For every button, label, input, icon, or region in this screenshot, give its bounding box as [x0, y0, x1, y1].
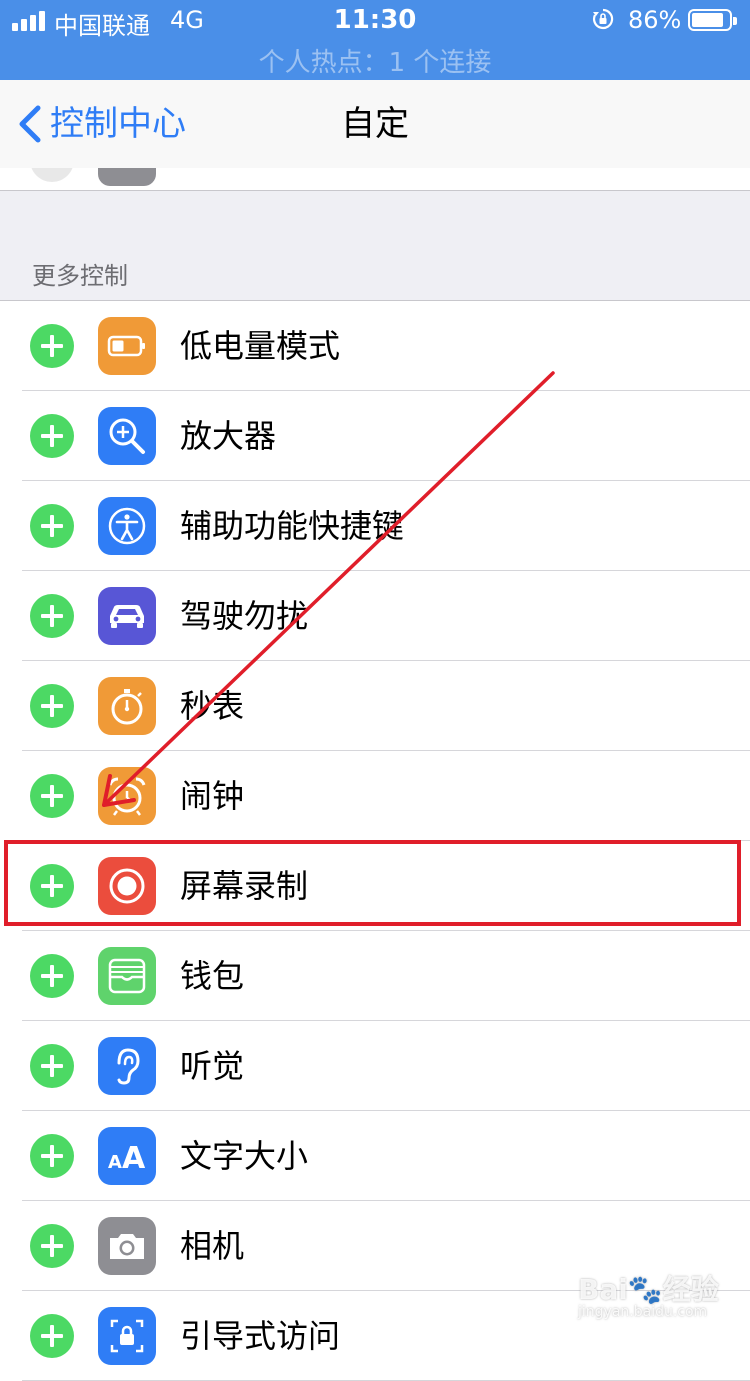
add-icon[interactable]: [30, 1134, 74, 1178]
battery-icon: [688, 9, 737, 31]
add-icon[interactable]: [30, 324, 74, 368]
item-label: 低电量模式: [180, 327, 341, 365]
highlight-box: [4, 840, 741, 926]
navigation-bar: 控制中心 自定: [0, 80, 750, 168]
partial-list-item: [0, 168, 750, 191]
add-icon[interactable]: [30, 414, 74, 458]
list-item-stopwatch[interactable]: 秒表: [0, 661, 750, 751]
list-item-accessibility-shortcut[interactable]: 辅助功能快捷键: [0, 481, 750, 571]
add-icon[interactable]: [30, 1044, 74, 1088]
item-label: 辅助功能快捷键: [180, 507, 405, 545]
list-item-magnifier[interactable]: 放大器: [0, 391, 750, 481]
camera-icon: [98, 1217, 156, 1275]
section-header: 更多控制: [32, 262, 128, 290]
add-icon[interactable]: [30, 774, 74, 818]
list-item-hearing[interactable]: 听觉: [0, 1021, 750, 1111]
magnifier-icon: [98, 407, 156, 465]
list-item-low-power-mode[interactable]: 低电量模式: [0, 301, 750, 391]
list-item-alarm[interactable]: 闹钟: [0, 751, 750, 841]
guided-access-icon: [98, 1307, 156, 1365]
add-icon[interactable]: [30, 954, 74, 998]
battery-percent: 86%: [628, 6, 682, 34]
car-icon: [98, 587, 156, 645]
ear-icon: [98, 1037, 156, 1095]
status-bar: 中国联通 4G 11:30 86% 个人热点：1 个连接: [0, 0, 750, 80]
text-size-icon: AA: [98, 1127, 156, 1185]
item-label: 驾驶勿扰: [180, 597, 309, 635]
accessibility-icon: [98, 497, 156, 555]
baidu-watermark: Bai🐾经验 jingyan.baidu.com: [578, 1273, 719, 1320]
list-item-wallet[interactable]: 钱包: [0, 931, 750, 1021]
add-icon[interactable]: [30, 1224, 74, 1268]
wallet-icon: [98, 947, 156, 1005]
alarm-icon: [98, 767, 156, 825]
item-label: 文字大小: [180, 1137, 309, 1175]
item-label: 钱包: [180, 957, 245, 995]
list-item-text-size[interactable]: AA 文字大小: [0, 1111, 750, 1201]
svg-text:A: A: [122, 1141, 146, 1176]
item-label: 放大器: [180, 417, 277, 455]
add-icon[interactable]: [30, 684, 74, 728]
add-icon[interactable]: [30, 1314, 74, 1358]
item-label: 相机: [180, 1227, 245, 1265]
list-item-do-not-disturb-driving[interactable]: 驾驶勿扰: [0, 571, 750, 661]
battery-icon: [98, 317, 156, 375]
svg-text:A: A: [108, 1152, 122, 1173]
page-title: 自定: [341, 104, 409, 144]
stopwatch-icon: [98, 677, 156, 735]
item-label: 秒表: [180, 687, 245, 725]
item-label: 听觉: [180, 1047, 245, 1085]
rotation-lock-icon: [592, 8, 614, 30]
add-icon[interactable]: [30, 504, 74, 548]
add-icon[interactable]: [30, 594, 74, 638]
hotspot-banner[interactable]: 个人热点：1 个连接: [0, 42, 750, 79]
item-label: 引导式访问: [180, 1317, 341, 1355]
item-label: 闹钟: [180, 777, 245, 815]
